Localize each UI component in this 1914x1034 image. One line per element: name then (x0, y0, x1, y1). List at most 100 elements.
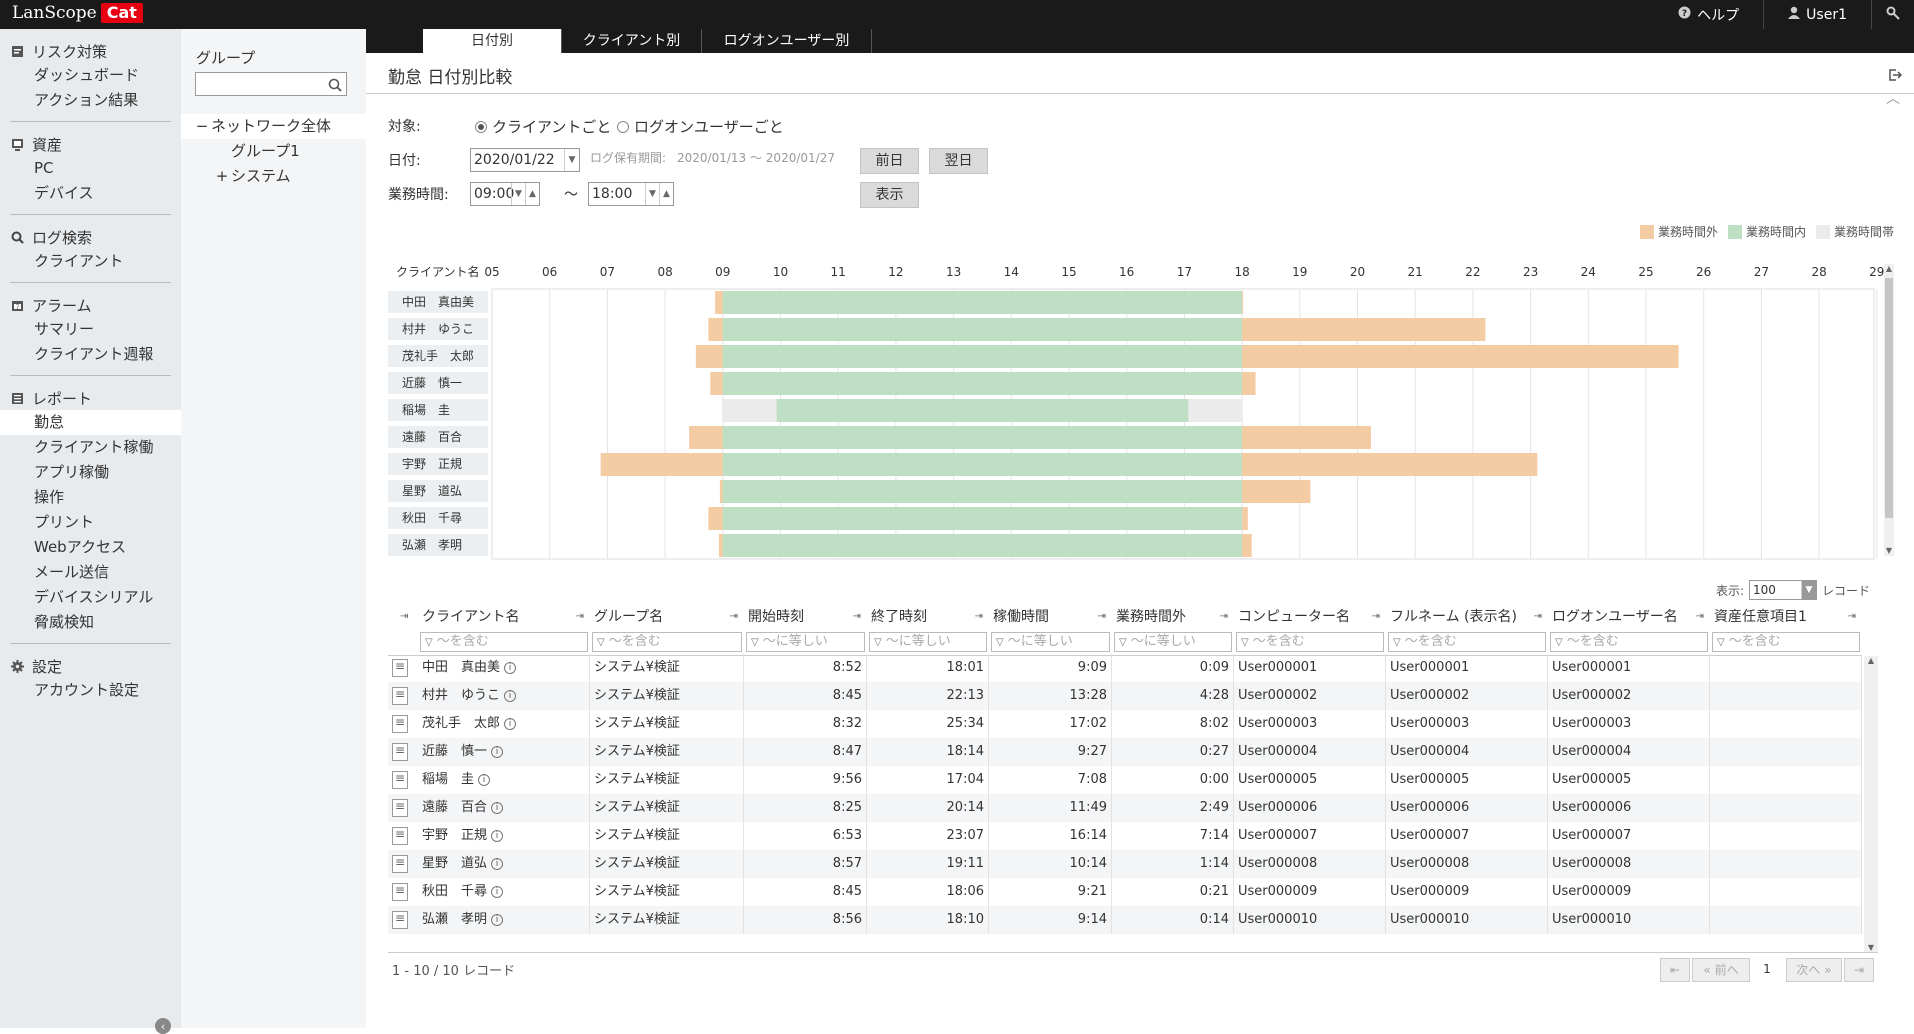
info-icon[interactable]: i (504, 717, 517, 730)
scroll-up-icon[interactable]: ▲ (1864, 656, 1878, 665)
column-filter-input[interactable]: ▽ ～を含む (1236, 632, 1384, 652)
tree-node[interactable]: − ネットワーク全体 (181, 114, 366, 139)
user-menu[interactable]: User1 (1763, 0, 1871, 29)
table-row[interactable]: 近藤 慎一i システム¥検証 8:47 18:14 9:27 0:27 User000004… (388, 738, 1862, 766)
sidebar-item[interactable]: デバイスシリアル (10, 585, 171, 610)
detail-icon[interactable] (392, 911, 408, 929)
group-search-input[interactable] (195, 72, 347, 96)
start-time-spinner[interactable]: 09:00 ▼ ▲ (470, 182, 540, 206)
sidebar-item[interactable]: デバイス (10, 181, 171, 206)
last-page-button[interactable]: ⇥ (1844, 958, 1874, 982)
filter-funnel-icon[interactable]: ▽ (1717, 637, 1725, 648)
column-header[interactable]: ログオンユーザー名 ⇥ (1548, 604, 1710, 630)
sidebar-item[interactable]: メール送信 (10, 560, 171, 585)
info-icon[interactable]: i (491, 829, 504, 842)
pin-column-icon[interactable]: ⇥ (1534, 604, 1542, 630)
column-filter-input[interactable]: ▽ ～を含む (1388, 632, 1546, 652)
sidebar-item[interactable]: アクション結果 (10, 88, 171, 113)
settings-menu[interactable] (1871, 0, 1914, 29)
column-filter-input[interactable]: ▽ ～に等しい (1114, 632, 1232, 652)
radio-dot-selected[interactable] (475, 120, 487, 133)
table-row[interactable]: 遠藤 百合i システム¥検証 8:25 20:14 11:49 2:49 User00000… (388, 794, 1862, 822)
sidebar-heading[interactable]: 資産 (10, 132, 171, 156)
spin-up-icon[interactable]: ▲ (525, 183, 539, 205)
chevron-down-icon[interactable]: ▼ (1801, 581, 1816, 599)
first-page-button[interactable]: ⇤ (1660, 958, 1690, 982)
table-row[interactable]: 村井 ゆうこi システム¥検証 8:45 22:13 13:28 4:28 User0000… (388, 682, 1862, 710)
scroll-up-icon[interactable]: ▲ (1884, 264, 1894, 274)
sidebar-heading[interactable]: 7 アラーム (10, 293, 171, 317)
pin-column-icon[interactable]: ⇥ (576, 604, 584, 630)
filter-funnel-icon[interactable]: ▽ (597, 637, 605, 648)
sidebar-item[interactable]: クライアント週報 (10, 342, 171, 367)
info-icon[interactable]: i (504, 689, 517, 702)
pin-column-icon[interactable]: ⇥ (1696, 604, 1704, 630)
detail-icon[interactable] (392, 771, 408, 789)
info-icon[interactable]: i (491, 745, 504, 758)
info-icon[interactable]: i (504, 661, 517, 674)
column-filter-input[interactable]: ▽ ～に等しい (991, 632, 1110, 652)
sidebar-item[interactable]: 脅威検知 (10, 610, 171, 635)
detail-icon[interactable] (392, 799, 408, 817)
column-filter-input[interactable]: ▽ ～に等しい (746, 632, 865, 652)
date-select[interactable]: 2020/01/22 ▼ (470, 148, 580, 172)
help-link[interactable]: ? ヘルプ (1654, 0, 1763, 29)
detail-icon[interactable] (392, 743, 408, 761)
sidebar-item[interactable]: アプリ稼働 (10, 460, 171, 485)
spin-up-icon[interactable]: ▲ (659, 183, 673, 205)
pin-column-icon[interactable]: ⇥ (975, 604, 983, 630)
column-header[interactable]: 資産任意項目1 ⇥ (1710, 604, 1862, 630)
filter-funnel-icon[interactable]: ▽ (1393, 637, 1401, 648)
table-row[interactable]: 茂礼手 太郎i システム¥検証 8:32 25:34 17:02 8:02 User0000… (388, 710, 1862, 738)
pin-column-icon[interactable]: ⇥ (730, 604, 738, 630)
filter-funnel-icon[interactable]: ▽ (425, 637, 433, 648)
sidebar-item[interactable]: サマリー (10, 317, 171, 342)
radio-dot[interactable] (617, 120, 629, 133)
column-header[interactable]: クライアント名 ⇥ (418, 604, 590, 630)
filter-funnel-icon[interactable]: ▽ (996, 637, 1004, 648)
scroll-thumb[interactable] (1885, 278, 1893, 518)
column-header[interactable]: グループ名 ⇥ (590, 604, 744, 630)
pin-column-icon[interactable]: ⇥ (1098, 604, 1106, 630)
column-filter-input[interactable]: ▽ ～を含む (420, 632, 588, 652)
table-row[interactable]: 中田 真由美i システム¥検証 8:52 18:01 9:09 0:09 User00000… (388, 654, 1862, 682)
chart-scrollbar[interactable]: ▲ ▼ (1884, 264, 1894, 556)
app-logo[interactable]: LanScope Cat (12, 3, 143, 23)
table-scrollbar[interactable]: ▲ ▼ (1864, 656, 1878, 952)
pin-column-icon[interactable]: ⇥ (1848, 604, 1856, 630)
tab-by-logon-user[interactable]: ログオンユーザー別 (702, 29, 872, 53)
tab-by-client[interactable]: クライアント別 (562, 29, 702, 53)
column-header[interactable]: 業務時間外 ⇥ (1112, 604, 1234, 630)
pin-column-icon[interactable]: ⇥ (1220, 604, 1228, 630)
filter-funnel-icon[interactable]: ▽ (1119, 637, 1127, 648)
end-time-spinner[interactable]: 18:00 ▼ ▲ (588, 182, 674, 206)
sidebar-item[interactable]: ダッシュボード (10, 63, 171, 88)
sidebar-item[interactable]: アカウント設定 (10, 678, 171, 703)
sidebar-item[interactable]: クライアント稼働 (10, 435, 171, 460)
collapse-sidebar-icon[interactable]: ‹ (155, 1018, 171, 1034)
filter-funnel-icon[interactable]: ▽ (1555, 637, 1563, 648)
column-filter-input[interactable]: ▽ ～に等しい (869, 632, 987, 652)
tab-by-date[interactable]: 日付別 (423, 29, 562, 53)
tree-toggle-icon[interactable]: + (213, 164, 231, 189)
pin-column-icon[interactable]: ⇥ (853, 604, 861, 630)
tree-node[interactable]: グループ1 (181, 139, 366, 164)
sidebar-item[interactable]: クライアント (10, 249, 171, 274)
detail-icon[interactable] (392, 827, 408, 845)
info-icon[interactable]: i (491, 885, 504, 898)
sidebar-item[interactable]: 勤怠 (0, 410, 181, 435)
detail-icon[interactable] (392, 687, 408, 705)
prev-day-button[interactable]: 前日 (860, 148, 919, 174)
pin-column-icon[interactable]: ⇥ (1372, 604, 1380, 630)
table-row[interactable]: 秋田 千尋i システム¥検証 8:45 18:06 9:21 0:21 User000009… (388, 878, 1862, 906)
show-button[interactable]: 表示 (860, 182, 919, 208)
column-header[interactable]: 開始時刻 ⇥ (744, 604, 867, 630)
search-icon[interactable] (328, 77, 342, 96)
detail-icon[interactable] (392, 855, 408, 873)
page-size-select[interactable]: 100 ▼ (1749, 580, 1817, 600)
detail-icon[interactable] (392, 659, 408, 677)
sidebar-heading[interactable]: リスク対策 (10, 39, 171, 63)
next-page-button[interactable]: 次へ » (1786, 958, 1842, 982)
scroll-down-icon[interactable]: ▼ (1864, 943, 1878, 952)
radio-client[interactable]: クライアントごと (475, 116, 611, 137)
